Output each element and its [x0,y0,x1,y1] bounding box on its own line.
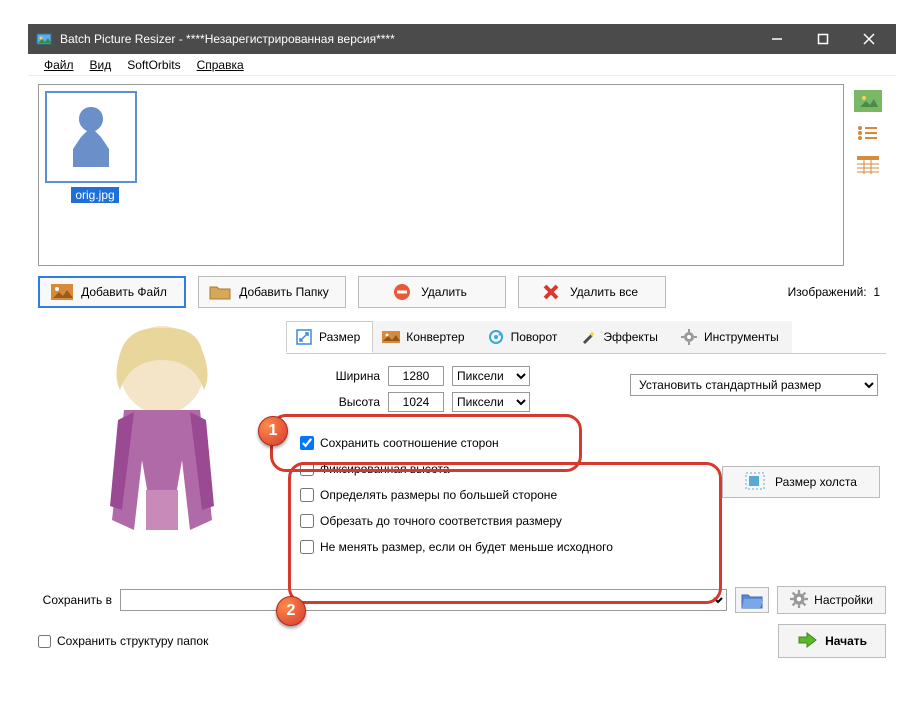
tab-size[interactable]: Размер [286,321,373,353]
add-file-button[interactable]: Добавить Файл [38,276,186,308]
menu-help[interactable]: Справка [189,56,252,74]
height-input[interactable] [388,392,444,412]
resize-icon [295,328,313,346]
app-icon [36,31,52,47]
start-label: Начать [825,634,867,648]
keep-structure-label: Сохранить структуру папок [57,634,208,648]
keep-ratio-label: Сохранить соотношение сторон [320,436,499,450]
effects-icon [579,328,597,346]
menubar: Файл Вид SoftOrbits Справка [28,54,896,76]
browse-button[interactable] [735,587,769,613]
add-folder-label: Добавить Папку [239,285,329,299]
file-name: orig.jpg [71,187,118,203]
folder-icon [209,283,231,301]
save-to-label: Сохранить в [38,593,112,607]
no-upscale-checkbox[interactable] [300,540,314,554]
canvas-size-button[interactable]: Размер холста [722,466,880,498]
minimize-button[interactable] [754,24,800,54]
gear-icon [790,590,808,611]
menu-view[interactable]: Вид [82,56,120,74]
keep-ratio-checkbox[interactable] [300,436,314,450]
arrow-right-icon [797,632,817,651]
tab-effects-label: Эффекты [603,330,658,344]
delete-all-label: Удалить все [570,285,638,299]
larger-side-label: Определять размеры по большей стороне [320,488,557,502]
main-toolbar: Добавить Файл Добавить Папку Удалить Уда… [38,276,886,308]
no-upscale-label: Не менять размер, если он будет меньше и… [320,540,613,554]
width-unit-select[interactable]: Пиксели [452,366,530,386]
annotation-badge-1: 1 [258,416,288,446]
view-details-icon[interactable] [854,154,882,176]
annotation-badge-2: 2 [276,596,306,626]
crop-exact-checkbox[interactable] [300,514,314,528]
tab-converter-label: Конвертер [406,330,464,344]
tab-size-label: Размер [319,330,360,344]
thumbnail-image [45,91,137,183]
keep-structure-checkbox[interactable] [38,635,51,648]
settings-button[interactable]: Настройки [777,586,886,614]
add-file-label: Добавить Файл [81,285,167,299]
canvas-size-label: Размер холста [775,475,857,489]
canvas-icon [745,472,765,493]
delete-button[interactable]: Удалить [358,276,506,308]
tab-rotate[interactable]: Поворот [478,321,571,353]
fixed-height-label: Фиксированная высота [320,462,450,476]
picture-icon [51,283,73,301]
fixed-height-checkbox[interactable] [300,462,314,476]
image-count: Изображений: 1 [788,285,880,299]
tab-tools-label: Инструменты [704,330,779,344]
delete-all-button[interactable]: Удалить все [518,276,666,308]
tab-tools[interactable]: Инструменты [671,321,792,353]
menu-file[interactable]: Файл [36,56,82,74]
add-folder-button[interactable]: Добавить Папку [198,276,346,308]
titlebar: Batch Picture Resizer - ****Незарегистри… [28,24,896,54]
larger-side-checkbox[interactable] [300,488,314,502]
view-thumbnails-icon[interactable] [854,90,882,112]
converter-icon [382,328,400,346]
file-list-area[interactable]: orig.jpg [38,84,844,266]
crop-exact-label: Обрезать до точного соответствия размеру [320,514,562,528]
view-list-icon[interactable] [854,122,882,144]
menu-softorbits[interactable]: SoftOrbits [119,56,188,74]
start-button[interactable]: Начать [778,624,886,658]
tab-rotate-label: Поворот [511,330,558,344]
width-label: Ширина [330,369,380,383]
delete-label: Удалить [421,285,467,299]
tab-effects[interactable]: Эффекты [570,321,671,353]
maximize-button[interactable] [800,24,846,54]
gear-icon [680,328,698,346]
delete-icon [391,283,413,301]
height-unit-select[interactable]: Пиксели [452,392,530,412]
tab-converter[interactable]: Конвертер [373,321,477,353]
width-input[interactable] [388,366,444,386]
preview-image [38,320,286,560]
close-button[interactable] [846,24,892,54]
view-mode-sidebar [850,84,886,266]
height-label: Высота [330,395,380,409]
delete-all-icon [540,283,562,301]
settings-label: Настройки [814,593,873,607]
window-title: Batch Picture Resizer - ****Незарегистри… [60,32,754,46]
save-path-select[interactable] [120,589,727,611]
file-thumbnail[interactable]: orig.jpg [45,91,145,203]
standard-size-select[interactable]: Установить стандартный размер [630,374,878,396]
tab-bar: Размер Конвертер Поворот Эффекты Инструм… [286,320,886,354]
resize-options: Размер холста Сохранить соотношение стор… [300,430,886,560]
rotate-icon [487,328,505,346]
